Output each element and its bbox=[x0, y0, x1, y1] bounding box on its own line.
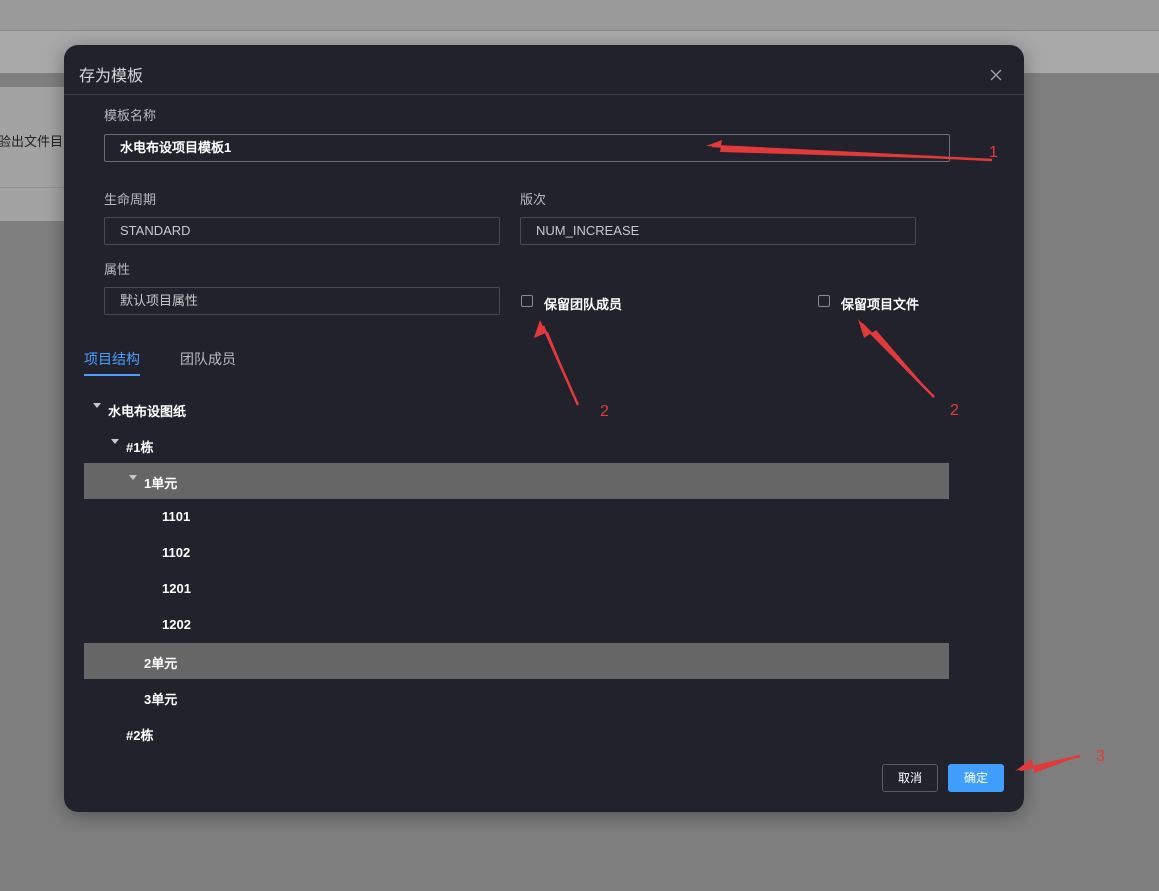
annotation-number: 2 bbox=[600, 403, 609, 420]
annotation-number: 2 bbox=[950, 402, 959, 419]
annotation-arrows bbox=[534, 140, 1081, 773]
annotation-number: 1 bbox=[989, 144, 998, 161]
annotation-number: 3 bbox=[1096, 748, 1105, 765]
